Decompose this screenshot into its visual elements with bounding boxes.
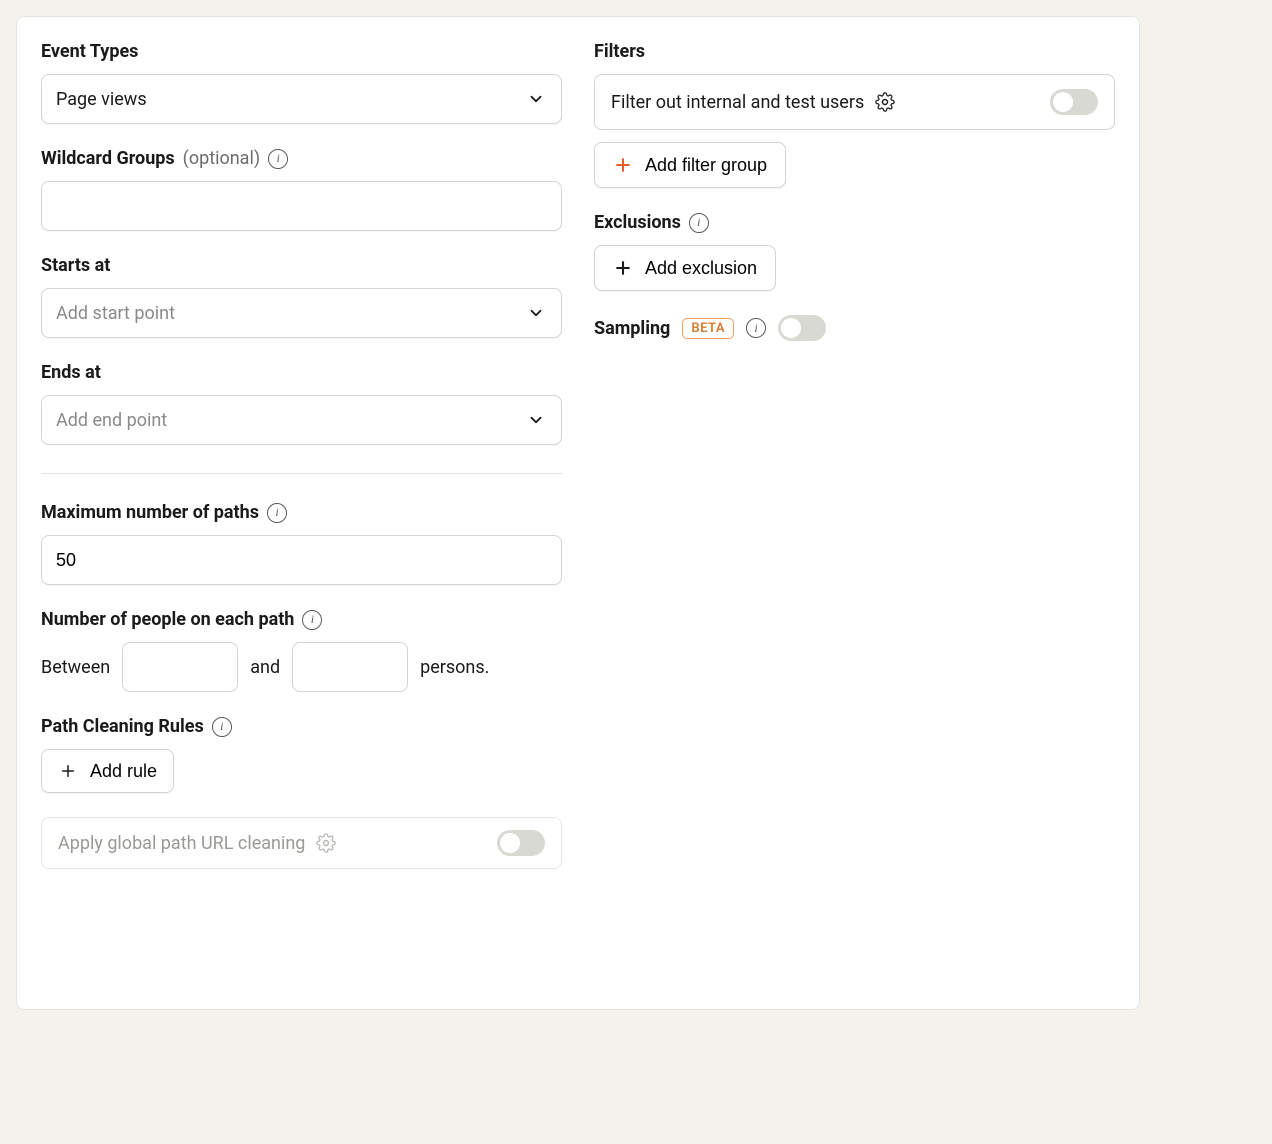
global-cleaning-toggle[interactable]	[497, 830, 545, 856]
add-rule-button[interactable]: Add rule	[41, 749, 174, 793]
info-icon[interactable]: i	[746, 318, 766, 338]
max-paths-input-wrap[interactable]	[41, 535, 562, 585]
sampling-section: Sampling BETA i	[594, 315, 1115, 341]
people-path-row: Between and persons.	[41, 642, 562, 692]
config-card: Event Types Page views Wildcard Groups (…	[16, 16, 1140, 1010]
starts-at-label: Starts at	[41, 255, 562, 276]
people-max-input[interactable]	[305, 643, 395, 691]
info-icon[interactable]: i	[268, 149, 288, 169]
info-icon[interactable]: i	[212, 717, 232, 737]
filter-internal-label: Filter out internal and test users	[611, 92, 864, 113]
starts-at-section: Starts at Add start point	[41, 255, 562, 338]
beta-badge: BETA	[682, 318, 734, 339]
plus-icon	[613, 155, 633, 175]
starts-at-placeholder: Add start point	[56, 303, 175, 324]
max-paths-section: Maximum number of paths i	[41, 502, 562, 585]
people-min-wrap[interactable]	[122, 642, 238, 692]
people-min-input[interactable]	[135, 643, 225, 691]
gear-icon[interactable]	[874, 91, 896, 113]
sampling-row: Sampling BETA i	[594, 315, 1115, 341]
wildcard-field[interactable]	[56, 182, 547, 230]
info-icon[interactable]: i	[689, 213, 709, 233]
ends-at-label: Ends at	[41, 362, 562, 383]
event-types-select[interactable]: Page views	[41, 74, 562, 124]
plus-icon	[613, 258, 633, 278]
wildcard-input[interactable]	[41, 181, 562, 231]
people-max-wrap[interactable]	[292, 642, 408, 692]
starts-at-select[interactable]: Add start point	[41, 288, 562, 338]
persons-label: persons.	[420, 657, 489, 678]
between-label: Between	[41, 657, 110, 678]
wildcard-label: Wildcard Groups (optional) i	[41, 148, 562, 169]
right-column: Filters Filter out internal and test use…	[594, 41, 1115, 869]
event-types-label: Event Types	[41, 41, 562, 62]
max-paths-label: Maximum number of paths i	[41, 502, 562, 523]
and-label: and	[250, 657, 280, 678]
gear-icon[interactable]	[315, 832, 337, 854]
add-filter-group-label: Add filter group	[645, 155, 767, 176]
ends-at-select[interactable]: Add end point	[41, 395, 562, 445]
add-exclusion-label: Add exclusion	[645, 258, 757, 279]
max-paths-input[interactable]	[56, 536, 547, 584]
global-cleaning-label: Apply global path URL cleaning	[58, 833, 305, 854]
ends-at-section: Ends at Add end point	[41, 362, 562, 445]
global-cleaning-card: Apply global path URL cleaning	[41, 817, 562, 869]
add-filter-group-row: Add filter group	[594, 142, 1115, 188]
chevron-down-icon	[525, 409, 547, 431]
exclusions-label: Exclusions i	[594, 212, 1115, 233]
filter-internal-toggle[interactable]	[1050, 89, 1098, 115]
add-rule-row: Add rule	[41, 749, 562, 793]
plus-icon	[58, 761, 78, 781]
columns: Event Types Page views Wildcard Groups (…	[41, 41, 1115, 869]
path-cleaning-label: Path Cleaning Rules i	[41, 716, 562, 737]
event-types-section: Event Types Page views	[41, 41, 562, 124]
global-cleaning-left: Apply global path URL cleaning	[58, 832, 337, 854]
info-icon[interactable]: i	[267, 503, 287, 523]
sampling-toggle[interactable]	[778, 315, 826, 341]
filters-section: Filters Filter out internal and test use…	[594, 41, 1115, 188]
people-path-section: Number of people on each path i Between …	[41, 609, 562, 692]
left-column: Event Types Page views Wildcard Groups (…	[41, 41, 562, 869]
sampling-label: Sampling	[594, 318, 670, 339]
wildcard-section: Wildcard Groups (optional) i	[41, 148, 562, 231]
add-exclusion-button[interactable]: Add exclusion	[594, 245, 776, 291]
info-icon[interactable]: i	[302, 610, 322, 630]
filter-internal-left: Filter out internal and test users	[611, 91, 896, 113]
add-exclusion-row: Add exclusion	[594, 245, 1115, 291]
ends-at-placeholder: Add end point	[56, 410, 167, 431]
divider	[41, 473, 562, 474]
filters-label: Filters	[594, 41, 1115, 62]
people-path-label: Number of people on each path i	[41, 609, 562, 630]
add-filter-group-button[interactable]: Add filter group	[594, 142, 786, 188]
filter-internal-card: Filter out internal and test users	[594, 74, 1115, 130]
chevron-down-icon	[525, 302, 547, 324]
chevron-down-icon	[525, 88, 547, 110]
event-types-value: Page views	[56, 89, 147, 110]
add-rule-label: Add rule	[90, 761, 157, 782]
wildcard-optional: (optional)	[183, 148, 260, 169]
exclusions-section: Exclusions i Add exclusion	[594, 212, 1115, 291]
path-cleaning-section: Path Cleaning Rules i Add rule Apply glo…	[41, 716, 562, 869]
